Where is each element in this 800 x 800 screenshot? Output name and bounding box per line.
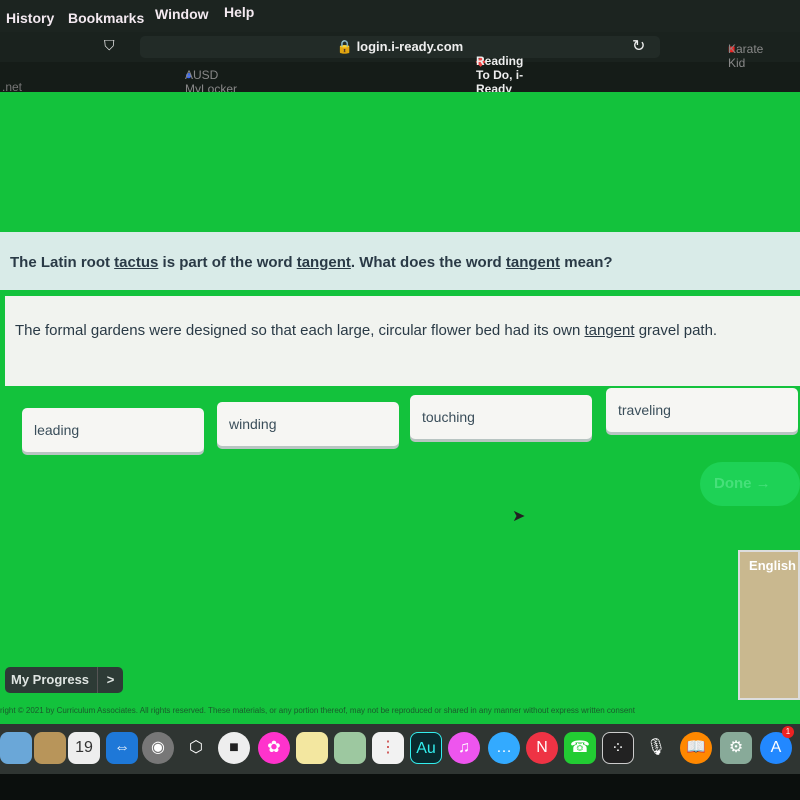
target-word: tangent: [296, 254, 351, 271]
photos-icon[interactable]: ✿: [258, 732, 290, 764]
menu-bar: History Bookmarks Window Help: [0, 0, 800, 32]
target-word: tangent: [505, 254, 561, 271]
facetime-icon[interactable]: ☎: [564, 732, 596, 764]
address-bar[interactable]: 🔒 login.i-ready.com: [140, 36, 660, 58]
menu-history[interactable]: History: [6, 10, 54, 26]
answer-leading[interactable]: leading: [22, 408, 204, 452]
my-progress-label: My Progress: [11, 672, 90, 687]
browser-toolbar: ⛉ 🔒 login.i-ready.com ↻: [0, 32, 800, 62]
copyright-text: right © 2021 by Curriculum Associates. A…: [0, 706, 635, 715]
menu-help[interactable]: Help: [224, 4, 254, 20]
video-label: English: [749, 558, 796, 573]
tab-bar: .net ● AUSD MyLocker ◆ Reading To Do, i-…: [0, 42, 800, 96]
dock: 19 ⇔ ◉ ⬡ ■ ✿ ⋮ Au ♫ … N ☎ ⁘ 🎙 📖 ⚙ A1: [0, 724, 800, 774]
root-word: tactus: [114, 254, 159, 271]
teamviewer-icon[interactable]: ⇔: [106, 732, 138, 764]
answer-traveling[interactable]: traveling: [606, 388, 798, 432]
passage-sentence: The formal gardens were designed so that…: [5, 296, 800, 386]
calendar-icon[interactable]: 19: [68, 732, 100, 764]
video-overlay[interactable]: English: [738, 550, 800, 700]
shield-icon[interactable]: ⛉: [104, 37, 115, 54]
tab-label: Karate Kid: [728, 42, 764, 70]
answer-touching[interactable]: touching: [410, 395, 592, 439]
done-button[interactable]: Done →: [700, 462, 800, 506]
my-progress-button[interactable]: My Progress >: [5, 667, 123, 693]
app-store-icon[interactable]: A1: [760, 726, 794, 764]
lock-icon: 🔒: [336, 39, 353, 54]
notes-icon[interactable]: [296, 732, 328, 764]
books-icon[interactable]: 📖: [680, 732, 712, 764]
messages-icon[interactable]: …: [488, 732, 520, 764]
url-text: login.i-ready.com: [356, 39, 464, 54]
app-store-badge: 1: [782, 726, 794, 738]
speaker-icon[interactable]: ◉: [142, 732, 174, 764]
reload-icon[interactable]: ↻: [632, 36, 645, 56]
answer-winding[interactable]: winding: [217, 402, 399, 446]
launcher-icon[interactable]: ⁘: [602, 732, 634, 764]
tab-label: Reading To Do, i-Ready: [476, 54, 524, 96]
mouse-cursor-icon: ➤: [512, 508, 526, 525]
preview-icon[interactable]: [0, 732, 32, 764]
question-prompt: The Latin root tactus is part of the wor…: [0, 232, 800, 290]
menu-window[interactable]: Window: [155, 6, 209, 22]
news-icon[interactable]: N: [526, 732, 558, 764]
menu-bookmarks[interactable]: Bookmarks: [68, 10, 144, 26]
notebook-icon[interactable]: [34, 732, 66, 764]
podcast-mic-icon[interactable]: 🎙: [640, 732, 672, 764]
photo-booth-icon[interactable]: ■: [218, 732, 250, 764]
music-icon[interactable]: ♫: [448, 732, 480, 764]
audition-icon[interactable]: Au: [410, 732, 442, 764]
reminders-icon[interactable]: ⋮: [372, 732, 404, 764]
chevron-right-icon: >: [97, 667, 123, 693]
target-word: tangent: [584, 322, 635, 339]
system-preferences-icon[interactable]: ⚙: [720, 732, 752, 764]
maps-icon[interactable]: [334, 732, 366, 764]
box-icon[interactable]: ⬡: [180, 732, 212, 764]
